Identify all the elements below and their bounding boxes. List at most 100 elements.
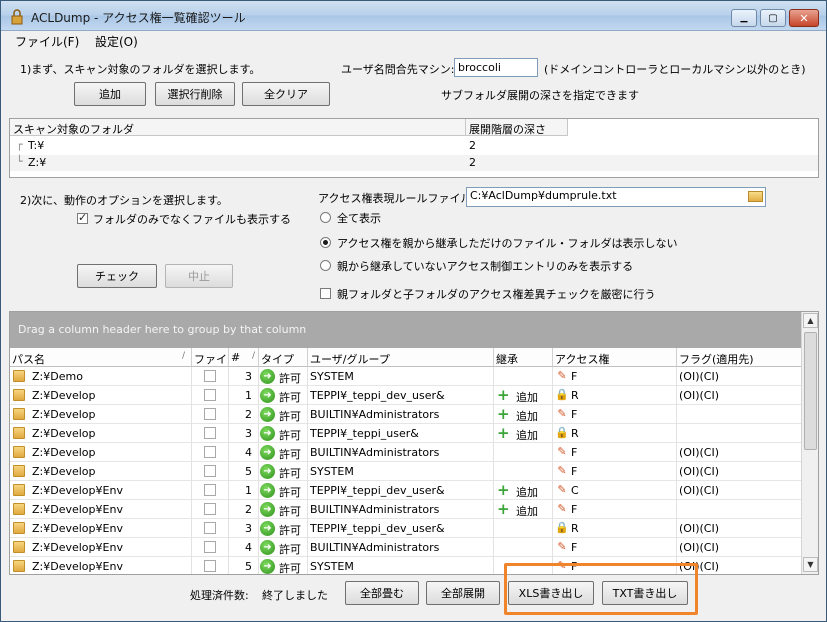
path-text: Z:¥Develop [32, 427, 96, 440]
scroll-down-icon[interactable]: ▼ [803, 557, 818, 572]
cell-inherit: + 追加 [494, 405, 553, 424]
scan-folder-depth[interactable]: 2 [469, 139, 476, 152]
cell-path: Z:¥Develop¥Env [10, 557, 192, 574]
allow-arrow-icon: ➜ [260, 521, 275, 536]
depth-column-header[interactable]: 展開階層の深さ [466, 119, 568, 136]
strict-check-label: 親フォルダと子フォルダのアクセス権差異チェックを厳密に行う [337, 288, 656, 301]
clear-all-button[interactable]: 全クリア [242, 82, 330, 106]
scan-folder-path: T:¥ [28, 139, 45, 152]
cell-type: ➜ 許可 [259, 386, 308, 405]
table-row[interactable]: Z:¥Develop 2 ➜ 許可 BUILTIN¥Administrators + 追加 ✎… [10, 405, 802, 424]
file-checkbox[interactable] [204, 522, 216, 534]
show-files-checkbox[interactable] [77, 211, 88, 224]
delete-selected-button[interactable]: 選択行削除 [155, 82, 235, 106]
column-header-number[interactable]: # / [229, 348, 259, 367]
table-row[interactable]: Z:¥Develop¥Env 1 ➜ 許可 TEPPI¥_teppi_dev_user&… [10, 481, 802, 500]
cell-file [192, 500, 229, 519]
folder-column-header[interactable]: スキャン対象のフォルダ [10, 119, 466, 136]
maximize-icon: ▢ [768, 12, 778, 24]
folder-icon [13, 503, 25, 515]
file-checkbox[interactable] [204, 541, 216, 553]
file-checkbox[interactable] [204, 484, 216, 496]
type-text: 許可 [279, 448, 301, 461]
scroll-up-icon[interactable]: ▲ [803, 313, 818, 328]
user-machine-input[interactable] [454, 58, 538, 77]
table-row[interactable]: Z:¥Develop 4 ➜ 許可 BUILTIN¥Administrators ✎ F (O… [10, 443, 802, 462]
table-row[interactable]: Z:¥Demo 3 ➜ 許可 SYSTEM ✎ F (OI)(CI) [10, 367, 802, 386]
table-row[interactable]: Z:¥Develop 3 ➜ 許可 TEPPI¥_teppi_user& + 追加 🔒 R [10, 424, 802, 443]
stop-button[interactable]: 中止 [165, 264, 233, 288]
plus-icon: + [497, 481, 510, 499]
collapse-all-button[interactable]: 全部畳む [345, 581, 419, 605]
file-checkbox[interactable] [204, 503, 216, 515]
title-bar[interactable]: ACLDump - アクセス権一覧確認ツール ▁ ▢ ✕ [1, 1, 826, 31]
access-text: F [571, 541, 578, 554]
cell-num: 3 [229, 519, 259, 538]
strict-check-checkbox[interactable] [320, 288, 331, 299]
column-header-user[interactable]: ユーザ/グループ [308, 348, 494, 367]
menu-file[interactable]: ファイル(F) [15, 33, 79, 50]
radio-hide-inherited[interactable] [320, 237, 331, 248]
type-text: 許可 [279, 562, 301, 575]
file-checkbox[interactable] [204, 389, 216, 401]
check-button[interactable]: チェック [77, 264, 157, 288]
scan-folder-row[interactable]: ┌ T:¥ 2 [10, 138, 818, 154]
table-row[interactable]: Z:¥Develop¥Env 3 ➜ 許可 TEPPI¥_teppi_dev_user&… [10, 519, 802, 538]
cell-num: 4 [229, 443, 259, 462]
pen-icon: ✎ [557, 445, 567, 458]
cell-user: TEPPI¥_teppi_dev_user& [308, 386, 494, 405]
file-checkbox[interactable] [204, 446, 216, 458]
maximize-button[interactable]: ▢ [760, 9, 786, 27]
minimize-button[interactable]: ▁ [731, 9, 757, 27]
type-text: 許可 [279, 543, 301, 556]
scan-folder-depth[interactable]: 2 [469, 156, 476, 169]
file-checkbox[interactable] [204, 408, 216, 420]
allow-arrow-icon: ➜ [260, 559, 275, 574]
rule-file-input[interactable]: C:¥AclDump¥dumprule.txt [466, 187, 766, 207]
cell-inherit [494, 367, 553, 386]
cell-path: Z:¥Develop¥Env [10, 481, 192, 500]
file-checkbox[interactable] [204, 560, 216, 572]
column-header-type[interactable]: タイプ [259, 348, 308, 367]
vertical-scrollbar[interactable]: ▲ ▼ [801, 312, 818, 574]
type-text: 許可 [279, 429, 301, 442]
column-header-flag[interactable]: フラグ(適用先) [677, 348, 802, 367]
file-checkbox[interactable] [204, 465, 216, 477]
column-header-file[interactable]: ファイル [192, 348, 229, 367]
table-row[interactable]: Z:¥Develop 1 ➜ 許可 TEPPI¥_teppi_dev_user& + 追加 🔒… [10, 386, 802, 405]
allow-arrow-icon: ➜ [260, 407, 275, 422]
app-lock-icon [9, 9, 25, 25]
path-text: Z:¥Develop [32, 465, 96, 478]
file-checkbox[interactable] [204, 427, 216, 439]
close-icon: ✕ [799, 11, 809, 25]
close-button[interactable]: ✕ [789, 9, 819, 27]
folder-open-icon[interactable] [748, 191, 763, 202]
column-header-inherit[interactable]: 継承 [494, 348, 553, 367]
file-checkbox[interactable] [204, 370, 216, 382]
pen-icon: ✎ [557, 483, 567, 496]
cell-file [192, 557, 229, 574]
scan-folder-row[interactable]: └ Z:¥ 2 [10, 155, 818, 171]
allow-arrow-icon: ➜ [260, 426, 275, 441]
cell-type: ➜ 許可 [259, 481, 308, 500]
table-row[interactable]: Z:¥Develop¥Env 4 ➜ 許可 BUILTIN¥Administrators… [10, 538, 802, 557]
folder-icon [13, 522, 25, 534]
footer-bar: 処理済件数: 終了しました 全部畳む 全部展開 XLS書き出し TXT書き出し [1, 577, 826, 621]
table-row[interactable]: Z:¥Develop 5 ➜ 許可 SYSTEM ✎ F (OI)(CI) [10, 462, 802, 481]
menu-settings[interactable]: 設定(O) [95, 33, 138, 50]
group-by-panel[interactable]: Drag a column header here to group by th… [10, 312, 802, 348]
cell-access: 🔒 R [553, 386, 677, 405]
cell-path: Z:¥Develop [10, 405, 192, 424]
step1-instruction: 1)まず、スキャン対象のフォルダを選択します。 [20, 63, 261, 76]
cell-inherit [494, 462, 553, 481]
cell-user: TEPPI¥_teppi_dev_user& [308, 519, 494, 538]
cell-path: Z:¥Develop¥Env [10, 500, 192, 519]
expand-all-button[interactable]: 全部展開 [426, 581, 500, 605]
table-row[interactable]: Z:¥Develop¥Env 2 ➜ 許可 BUILTIN¥Administrators… [10, 500, 802, 519]
column-header-access[interactable]: アクセス権 [553, 348, 677, 367]
column-header-path[interactable]: パス名 / [10, 348, 192, 367]
add-button[interactable]: 追加 [74, 82, 146, 106]
radio-only-noninherited[interactable] [320, 260, 331, 271]
scroll-thumb[interactable] [804, 332, 817, 450]
radio-show-all[interactable] [320, 212, 331, 223]
